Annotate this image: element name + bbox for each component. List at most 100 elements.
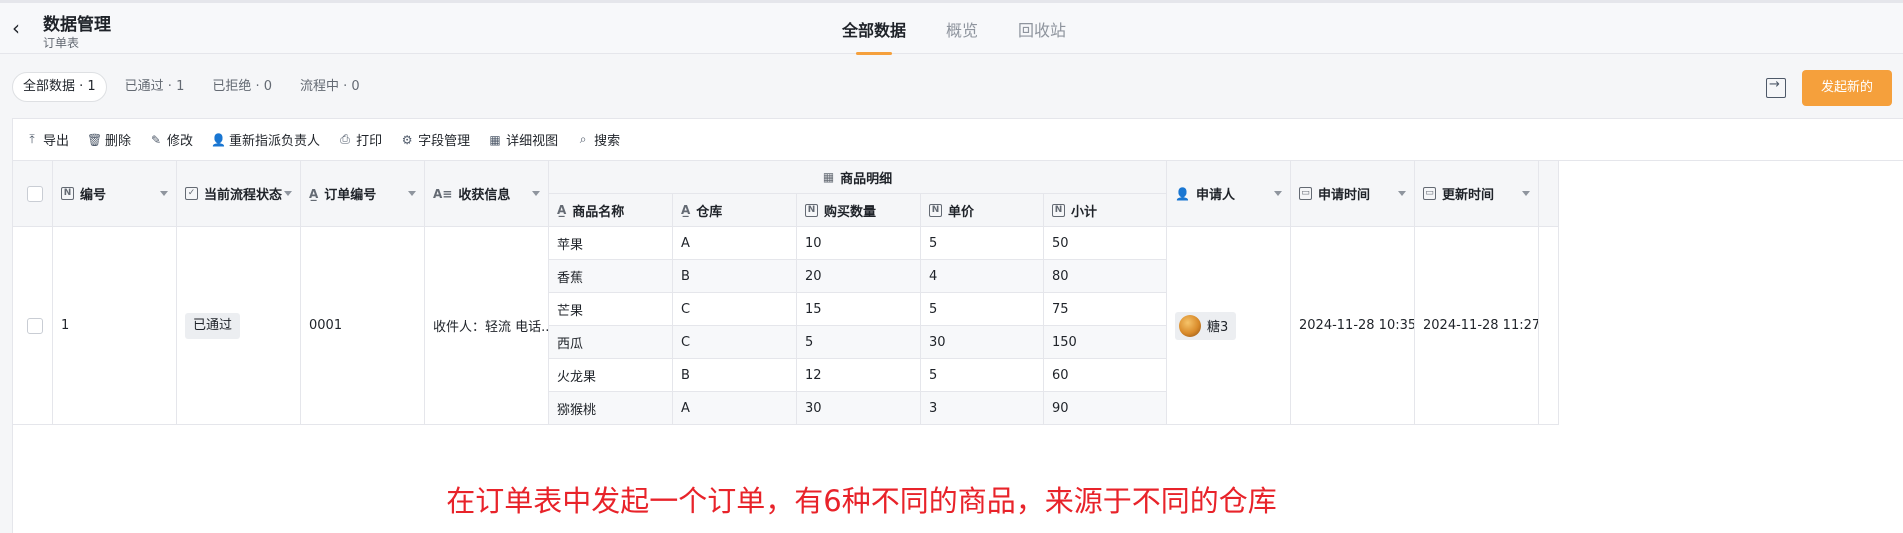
item-product[interactable]: 苹果 (549, 227, 673, 260)
export-button[interactable]: ⤒ 导出 (25, 130, 69, 149)
filter-rejected[interactable]: 已拒绝 · 0 (202, 72, 282, 102)
caret-down-icon[interactable] (1522, 190, 1530, 196)
import-export-icon[interactable] (1766, 77, 1786, 98)
column-header-warehouse[interactable]: A̲ 仓库 (673, 194, 797, 227)
row-checkbox[interactable] (27, 317, 43, 334)
back-arrow-icon[interactable]: ‹ (12, 18, 32, 38)
item-subtotal[interactable]: 80 (1044, 260, 1167, 293)
avatar (1179, 314, 1201, 337)
column-header-subtotal[interactable]: N 小计 (1044, 194, 1167, 227)
filter-approved[interactable]: 已通过 · 1 (115, 72, 195, 102)
tab-recycle-bin[interactable]: 回收站 (1018, 17, 1066, 55)
item-product[interactable]: 猕猴桃 (549, 392, 673, 425)
item-subtotal[interactable]: 50 (1044, 227, 1167, 260)
applicant-chip[interactable]: 糖3 (1175, 311, 1237, 340)
item-warehouse[interactable]: A (673, 227, 797, 260)
tab-all-data[interactable]: 全部数据 (842, 17, 906, 55)
header-spacer (1539, 161, 1559, 227)
item-subtotal[interactable]: 150 (1044, 326, 1167, 359)
item-subtotal[interactable]: 75 (1044, 293, 1167, 326)
tab-overview[interactable]: 概览 (946, 17, 978, 55)
table-toolbar: ⤒ 导出 🗑 删除 ✎ 修改 👤 重新指派负责人 ⎙ 打印 ⚙ 字段管理 ▦ 详细视图 ⌕ 搜索 (13, 119, 1903, 161)
column-header-id[interactable]: N 编号 (53, 161, 177, 227)
item-product[interactable]: 西瓜 (549, 326, 673, 359)
item-subtotal[interactable]: 90 (1044, 392, 1167, 425)
item-warehouse[interactable]: B (673, 359, 797, 392)
status-filters: 全部数据 · 1 已通过 · 1 已拒绝 · 0 流程中 · 0 (12, 72, 370, 102)
item-price[interactable]: 30 (921, 326, 1044, 359)
grid-icon: ▦ (489, 132, 501, 147)
item-subtotal[interactable]: 60 (1044, 359, 1167, 392)
page-subtitle: 订单表 (43, 36, 80, 50)
cell-update-time[interactable]: 2024-11-28 11:27:15 (1415, 227, 1539, 425)
item-qty[interactable]: 30 (797, 392, 921, 425)
item-price[interactable]: 5 (921, 293, 1044, 326)
item-qty[interactable]: 5 (797, 326, 921, 359)
column-header-qty[interactable]: N 购买数量 (797, 194, 921, 227)
cell-applicant[interactable]: 糖3 (1167, 227, 1291, 425)
calendar-icon: ▭ (1423, 187, 1436, 200)
item-warehouse[interactable]: B (673, 260, 797, 293)
cell-order-no[interactable]: 0001 (301, 227, 425, 425)
text-field-icon: A̲ (309, 186, 319, 201)
printer-icon: ⎙ (340, 132, 350, 146)
column-group-items: ▦ 商品明细 (549, 161, 1167, 194)
column-header-order-no[interactable]: A̲ 订单编号 (301, 161, 425, 227)
item-product[interactable]: 香蕉 (549, 260, 673, 293)
number-field-icon: N (1052, 203, 1065, 217)
item-price[interactable]: 3 (921, 392, 1044, 425)
reassign-button[interactable]: 👤 重新指派负责人 (211, 130, 320, 150)
item-price[interactable]: 4 (921, 260, 1044, 293)
item-price[interactable]: 5 (921, 227, 1044, 260)
annotation-caption: 在订单表中发起一个订单，有6种不同的商品，来源于不同的仓库 (446, 484, 1277, 518)
edit-button[interactable]: ✎ 修改 (149, 130, 193, 150)
item-warehouse[interactable]: C (673, 293, 797, 326)
user-icon: 👤 (1175, 186, 1190, 201)
field-management-button[interactable]: ⚙ 字段管理 (400, 130, 470, 150)
row-spacer (1539, 227, 1559, 425)
column-header-shipping[interactable]: A≡ 收获信息 (425, 161, 549, 227)
filter-all[interactable]: 全部数据 · 1 (12, 72, 107, 102)
search-button[interactable]: ⌕ 搜索 (576, 130, 620, 149)
multiline-text-icon: A≡ (433, 186, 453, 201)
data-table-panel: ⤒ 导出 🗑 删除 ✎ 修改 👤 重新指派负责人 ⎙ 打印 ⚙ 字段管理 ▦ 详细视图 ⌕ 搜索… (12, 118, 1903, 533)
item-qty[interactable]: 20 (797, 260, 921, 293)
column-header-apply-time[interactable]: ▭ 申请时间 (1291, 161, 1415, 227)
column-header-price[interactable]: N 单价 (921, 194, 1044, 227)
item-price[interactable]: 5 (921, 359, 1044, 392)
column-header-update-time[interactable]: ▭ 更新时间 (1415, 161, 1539, 227)
item-qty[interactable]: 10 (797, 227, 921, 260)
column-header-status[interactable]: ✓ 当前流程状态 (177, 161, 301, 227)
caret-down-icon[interactable] (284, 190, 292, 196)
item-qty[interactable]: 12 (797, 359, 921, 392)
caret-down-icon[interactable] (160, 190, 168, 196)
detail-view-button[interactable]: ▦ 详细视图 (488, 130, 558, 150)
column-header-product[interactable]: A̲ 商品名称 (549, 194, 673, 227)
delete-button[interactable]: 🗑 删除 (87, 130, 131, 150)
view-tabs: 全部数据 概览 回收站 (842, 17, 1066, 55)
caret-down-icon[interactable] (1398, 190, 1406, 196)
caret-down-icon[interactable] (1274, 190, 1282, 196)
filter-in-process[interactable]: 流程中 · 0 (290, 72, 370, 102)
select-all-checkbox[interactable] (27, 185, 43, 202)
calendar-icon: ▭ (1299, 187, 1312, 200)
cell-id[interactable]: 1 (53, 227, 177, 425)
subtable-icon: ▦ (822, 170, 835, 184)
item-product[interactable]: 芒果 (549, 293, 673, 326)
new-submission-button[interactable]: 发起新的 (1802, 70, 1892, 106)
user-icon: 👤 (211, 132, 226, 147)
cell-status[interactable]: 已通过 (177, 227, 301, 425)
cell-apply-time[interactable]: 2024-11-28 10:35:19 (1291, 227, 1415, 425)
upload-icon: ⤒ (29, 132, 35, 146)
item-product[interactable]: 火龙果 (549, 359, 673, 392)
item-qty[interactable]: 15 (797, 293, 921, 326)
caret-down-icon[interactable] (532, 190, 540, 196)
print-button[interactable]: ⎙ 打印 (338, 130, 382, 149)
text-field-icon: A̲ (557, 203, 567, 217)
item-warehouse[interactable]: C (673, 326, 797, 359)
cell-shipping[interactable]: 收件人：轻流 电话... (425, 227, 549, 425)
caret-down-icon[interactable] (408, 190, 416, 196)
item-warehouse[interactable]: A (673, 392, 797, 425)
search-icon: ⌕ (579, 132, 587, 146)
column-header-applicant[interactable]: 👤 申请人 (1167, 161, 1291, 227)
